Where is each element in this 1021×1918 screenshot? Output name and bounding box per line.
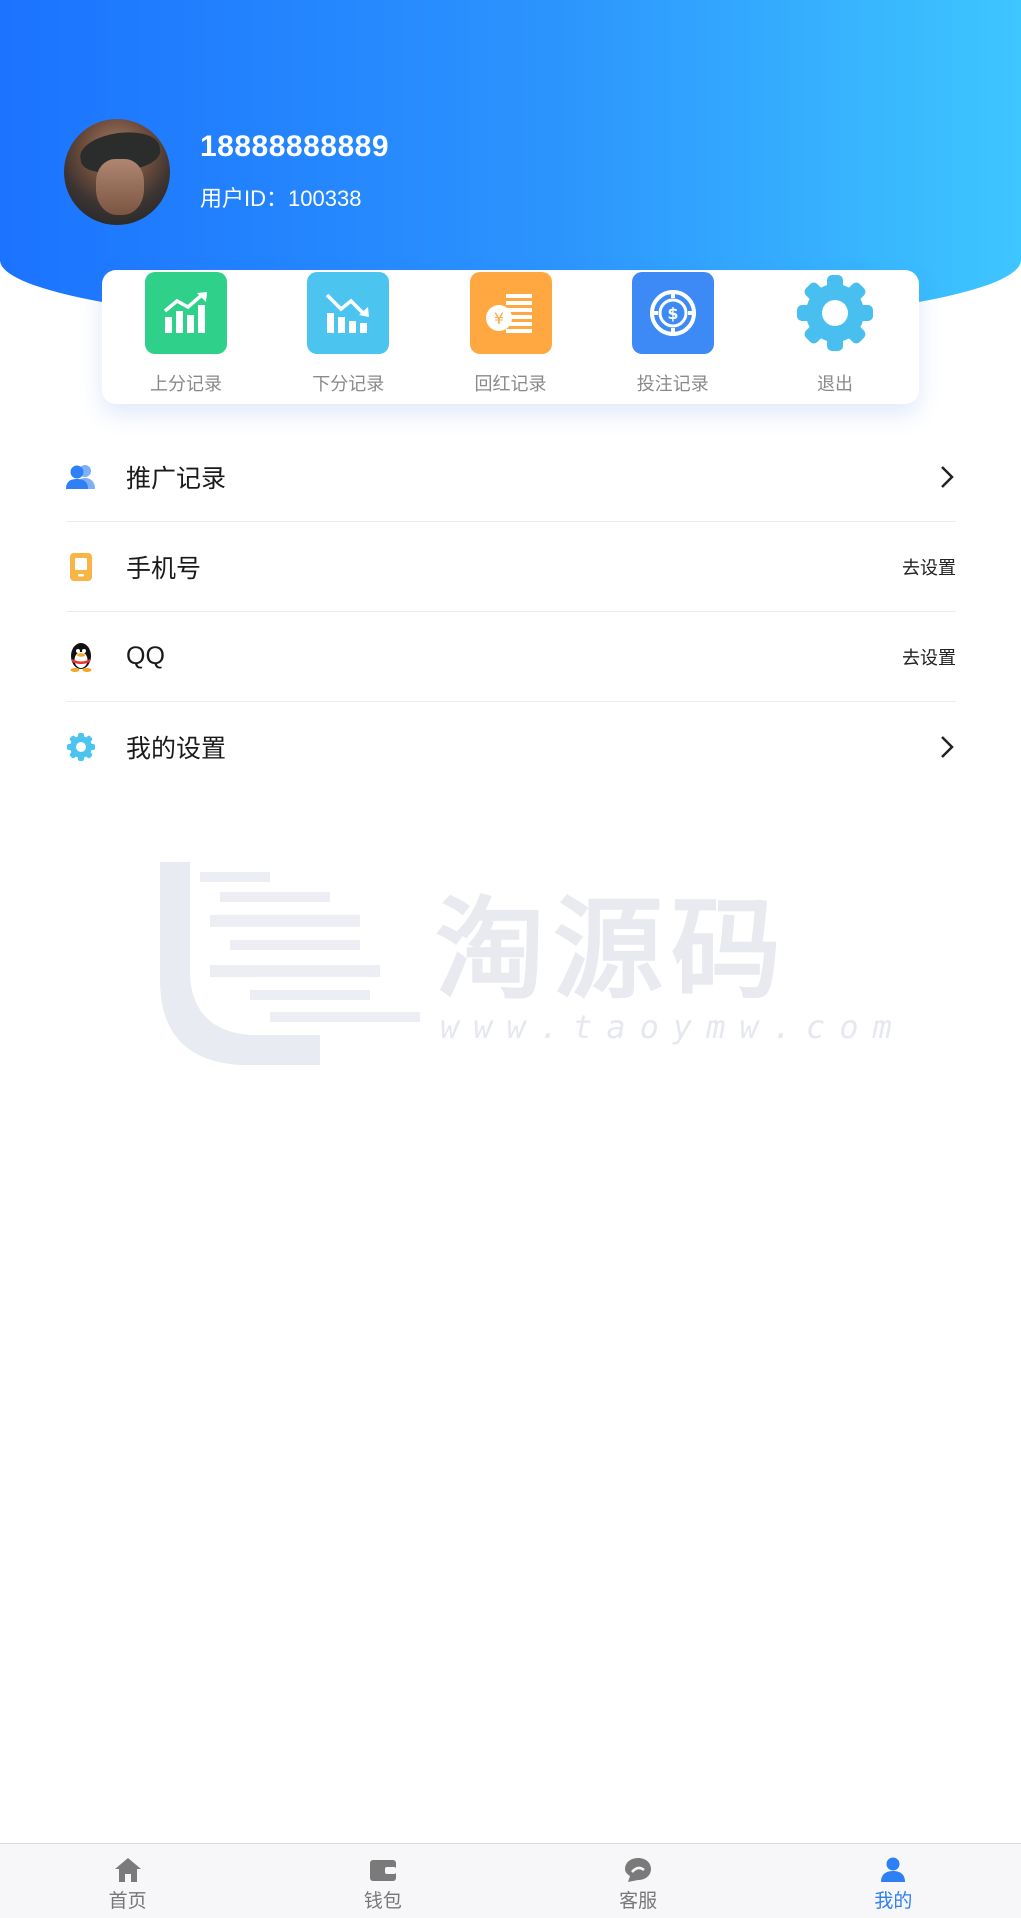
tab-home[interactable]: 首页: [0, 1844, 255, 1918]
quick-action-label: 下分记录: [312, 374, 385, 394]
menu-list: 推广记录 手机号 去设置 QQ 去设置 我的设置: [66, 432, 956, 792]
quick-action-logout[interactable]: 退出: [771, 272, 899, 404]
chevron-right-icon: [941, 466, 954, 488]
menu-item-qq[interactable]: QQ 去设置: [66, 612, 956, 702]
svg-text:¥: ¥: [493, 309, 503, 328]
menu-item-label: 推广记录: [126, 464, 227, 493]
svg-text:$: $: [667, 304, 678, 323]
user-id-label: 用户ID：: [200, 186, 289, 211]
avatar-face: [96, 159, 144, 215]
user-icon: [879, 1856, 907, 1884]
menu-item-label: 我的设置: [126, 735, 227, 763]
avatar[interactable]: [64, 119, 170, 225]
chart-up-icon: [145, 272, 227, 354]
users-icon: [66, 462, 96, 492]
menu-item-my-settings[interactable]: 我的设置: [66, 702, 956, 792]
gear-icon: [794, 272, 876, 354]
tab-label: 钱包: [363, 1891, 402, 1912]
wallet-icon: [369, 1856, 397, 1884]
menu-item-right: [938, 702, 956, 792]
quick-action-deposit-records[interactable]: 上分记录: [122, 272, 250, 404]
chart-down-icon: [307, 272, 390, 354]
tab-customer-service[interactable]: 客服: [511, 1844, 766, 1918]
menu-item-phone[interactable]: 手机号 去设置: [66, 522, 956, 612]
user-id-value: 100338: [288, 186, 362, 211]
watermark-text: 淘源码: [435, 886, 789, 1014]
quick-action-bet-records[interactable]: $ 投注记录: [609, 272, 737, 404]
menu-item-right: [938, 432, 956, 522]
settings-gear-icon: [66, 732, 96, 762]
menu-item-promotion-records[interactable]: 推广记录: [66, 432, 956, 522]
quick-action-label: 上分记录: [150, 374, 222, 394]
quick-action-label: 回红记录: [474, 374, 547, 394]
user-phone: 18888888889: [200, 130, 390, 163]
quick-actions-card: 上分记录 下分记录 ¥ 回红记录 $ 投注记录 退出: [102, 270, 919, 404]
quick-action-label: 投注记录: [636, 374, 709, 394]
menu-item-label: 手机号: [126, 554, 202, 583]
menu-item-right: 去设置: [902, 612, 956, 702]
coin-stack-icon: ¥: [469, 272, 552, 354]
bottom-tab-bar: 首页 钱包 客服 我的: [0, 1843, 1021, 1918]
dollar-chip-icon: $: [631, 272, 714, 354]
mobile-icon: [66, 552, 96, 582]
tab-label: 我的: [874, 1891, 913, 1912]
chevron-right-icon: [941, 736, 954, 758]
set-phone-link[interactable]: 去设置: [902, 554, 956, 580]
menu-item-label: QQ: [126, 642, 165, 670]
quick-action-label: 退出: [817, 374, 853, 394]
home-icon: [114, 1856, 142, 1884]
watermark-logo-icon: [160, 862, 420, 1065]
chat-icon: [624, 1856, 652, 1884]
watermark-url: www.taoymw.com: [440, 1008, 906, 1046]
tab-label: 客服: [619, 1891, 658, 1912]
watermark: 淘源码 www.taoymw.com: [150, 860, 892, 1070]
user-id-row: 用户ID：100338: [200, 181, 361, 213]
quick-action-bonus-records[interactable]: ¥ 回红记录: [447, 272, 575, 404]
menu-item-right: 去设置: [902, 522, 956, 612]
tab-wallet[interactable]: 钱包: [255, 1844, 510, 1918]
quick-action-withdraw-records[interactable]: 下分记录: [284, 272, 412, 404]
tab-label: 首页: [108, 1891, 147, 1912]
tab-mine[interactable]: 我的: [766, 1844, 1021, 1918]
qq-penguin-icon: [66, 642, 96, 672]
set-qq-link[interactable]: 去设置: [902, 644, 956, 670]
